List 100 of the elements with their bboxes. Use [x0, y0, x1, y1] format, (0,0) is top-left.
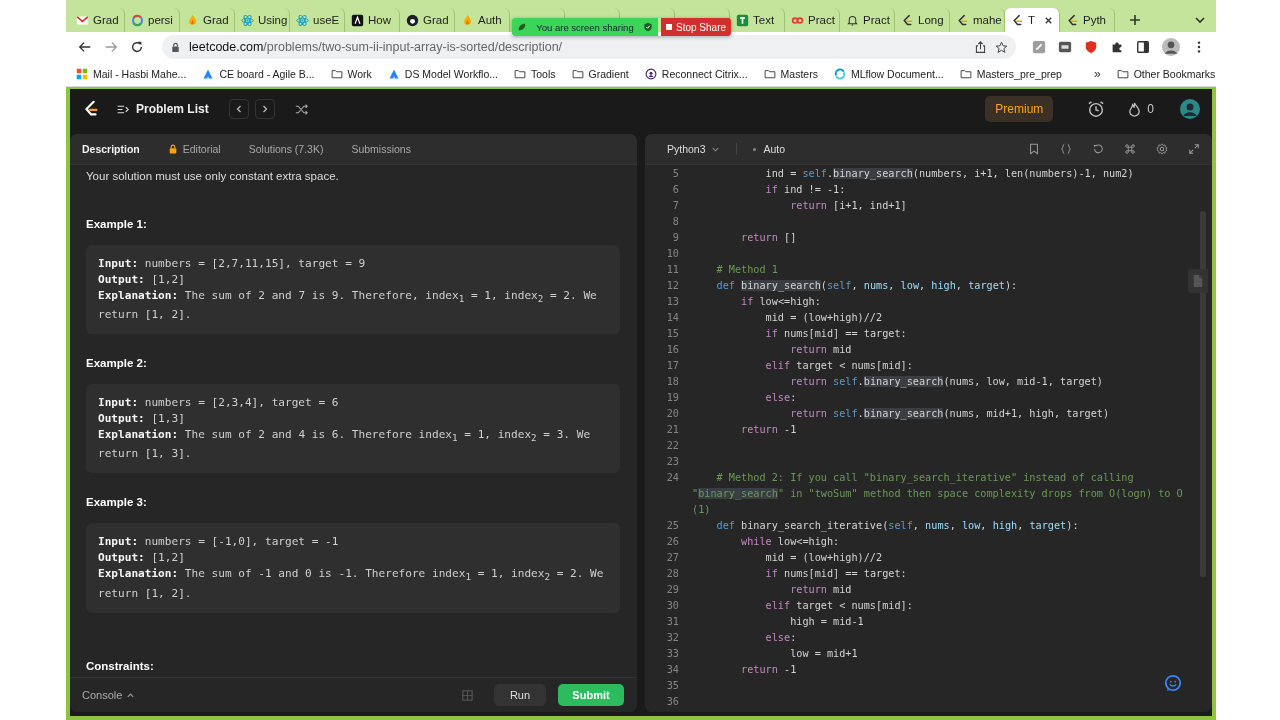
- chat-icon[interactable]: [1164, 674, 1182, 692]
- code-line: while low<=high:: [740, 535, 840, 549]
- tab[interactable]: Editorial: [167, 137, 233, 161]
- code-line: ind = self.binary_search(numbers, i+1, len(numbers)-1, num2): [764, 167, 1134, 182]
- line-number: 19: [665, 391, 679, 405]
- code-line: else:: [764, 631, 797, 645]
- bookmark[interactable]: Masters_pre_prep: [959, 68, 1062, 80]
- tab[interactable]: Solutions (7.3K): [248, 137, 336, 161]
- bookmark[interactable]: Other Bookmarks: [1116, 68, 1216, 80]
- code-line: mid = (low+high)//2: [764, 311, 883, 325]
- share-icon[interactable]: [974, 40, 987, 54]
- flame-icon[interactable]: [1127, 101, 1143, 117]
- expand-icon[interactable]: [1188, 143, 1200, 155]
- shuffle-icon[interactable]: [294, 102, 308, 116]
- folder-icon: [1116, 68, 1129, 80]
- command-icon[interactable]: [1124, 143, 1136, 155]
- lock-icon: [170, 41, 181, 53]
- reload-icon[interactable]: [130, 40, 144, 54]
- bookmark[interactable]: Gradient: [571, 68, 629, 80]
- code-line: return self.binary_search(nums, low, mid-1, target): [789, 375, 1103, 390]
- example-title: Example 2:: [86, 356, 148, 371]
- scrollbar[interactable]: [1200, 211, 1206, 577]
- shield-icon: [643, 22, 653, 32]
- avatar[interactable]: [1180, 99, 1200, 119]
- sidebar-icon[interactable]: [1136, 40, 1150, 54]
- line-number: 23: [665, 455, 679, 469]
- line-number: 30: [665, 599, 679, 613]
- line-number: 27: [665, 551, 679, 565]
- line-number: 21: [665, 423, 679, 437]
- tab[interactable]: Description: [82, 137, 152, 161]
- line-number: 9: [671, 231, 679, 245]
- folder-icon: [571, 68, 584, 80]
- close-icon[interactable]: [1044, 15, 1053, 25]
- puzzle-icon[interactable]: [1110, 40, 1124, 54]
- example-explanation: Explanation: The sum of 2 and 7 is 9. Therefore, index$_{1}$ = 1, index$_{2}$ = 2. We return [1, 2].: [98, 288, 598, 324]
- folder-icon: [514, 68, 526, 80]
- more-bookmarks-button[interactable]: »: [1093, 67, 1101, 81]
- settings-icon[interactable]: [1156, 143, 1168, 155]
- logo-icon: [956, 13, 969, 27]
- previous-button[interactable]: [228, 99, 249, 119]
- problem-list-button[interactable]: Problem List: [116, 102, 209, 116]
- undo-icon[interactable]: [1092, 143, 1104, 155]
- bookmark[interactable]: Mail - Hasbi Mahe...: [76, 68, 187, 80]
- example-output: Output: [1,3]: [98, 411, 186, 428]
- bookmark[interactable]: CE board - Agile B...: [202, 68, 315, 80]
- code-line: if nums[mid] == target:: [764, 567, 907, 581]
- shield-icon[interactable]: [1084, 40, 1098, 54]
- tab[interactable]: Submissions: [351, 137, 423, 161]
- braces-icon[interactable]: [1060, 143, 1072, 155]
- back-icon[interactable]: [78, 40, 92, 54]
- line-number: 11: [665, 263, 679, 277]
- chevron-down-icon[interactable]: [1194, 14, 1206, 26]
- new-tab-icon[interactable]: [1129, 14, 1141, 26]
- line-number: 28: [665, 567, 679, 581]
- line-number: 15: [665, 327, 679, 341]
- code-line: elif target < nums[mid]:: [764, 599, 913, 613]
- bookmark[interactable]: Reconnect Citrix...: [644, 68, 748, 80]
- mode-button[interactable]: Auto: [752, 143, 786, 155]
- code-line: return mid: [789, 343, 852, 357]
- browser-tab[interactable]: T: [1005, 8, 1060, 32]
- example-input-text: Input: numbers = [2,7,11,15], target = 9: [98, 256, 367, 272]
- extension-icon[interactable]: [1058, 40, 1072, 54]
- leaf-icon: [517, 22, 527, 32]
- bookmark[interactable]: DS Model Workflo...: [387, 68, 498, 80]
- code-line: high = mid-1: [789, 615, 864, 629]
- forward-icon[interactable]: [104, 40, 118, 54]
- atom-icon: [296, 13, 309, 27]
- line-number: 13: [665, 295, 679, 309]
- line-number: 7: [671, 199, 679, 213]
- bookmark[interactable]: Tools: [514, 68, 556, 80]
- code-line: (1): [692, 503, 711, 517]
- code-line: elif target < nums[mid]:: [764, 359, 913, 373]
- logo-icon[interactable]: [82, 100, 100, 118]
- console-button[interactable]: Console: [82, 689, 136, 701]
- bookmark[interactable]: Work: [330, 68, 372, 80]
- run-button[interactable]: Run: [494, 684, 546, 706]
- line-number: 10: [665, 247, 679, 261]
- folder-icon: [763, 68, 776, 80]
- code-line: low = mid+1: [789, 647, 858, 661]
- next-button[interactable]: [254, 99, 275, 119]
- premium-button[interactable]: Premium: [985, 96, 1054, 122]
- address-bar[interactable]: leetcode.com/problems/two-sum-ii-input-array-is-sorted/description/: [162, 35, 1016, 59]
- example-title: Example 1:: [86, 217, 148, 231]
- avatar[interactable]: [1162, 38, 1180, 56]
- streak-count: 0: [1147, 102, 1154, 116]
- bookmark-icon[interactable]: [1028, 143, 1040, 155]
- line-number: 14: [665, 311, 679, 325]
- code-line: # Method 2: If you call "binary_search_iterative" instead of calling: [715, 471, 1134, 486]
- code-line: def binary_search(self, nums, low, high, target):: [715, 279, 1018, 294]
- square-icon: [351, 13, 364, 27]
- line-number: 8: [671, 215, 679, 229]
- alarm-clock-icon[interactable]: [1087, 100, 1106, 118]
- stop-share-toast[interactable]: Stop Share: [661, 18, 732, 36]
- line-number: 24: [665, 471, 679, 485]
- language-dropdown[interactable]: Python3: [657, 143, 720, 155]
- star-icon[interactable]: [995, 40, 1008, 54]
- bookmark[interactable]: MLflow Document...: [833, 68, 944, 80]
- bookmark[interactable]: Masters: [763, 68, 818, 80]
- logo-icon: [1066, 13, 1079, 27]
- example-explanation: Explanation: The sum of 2 and 4 is 6. Therefore index$_{1}$ = 1, index$_{2}$ = 3. We return [1, 3].: [98, 427, 592, 463]
